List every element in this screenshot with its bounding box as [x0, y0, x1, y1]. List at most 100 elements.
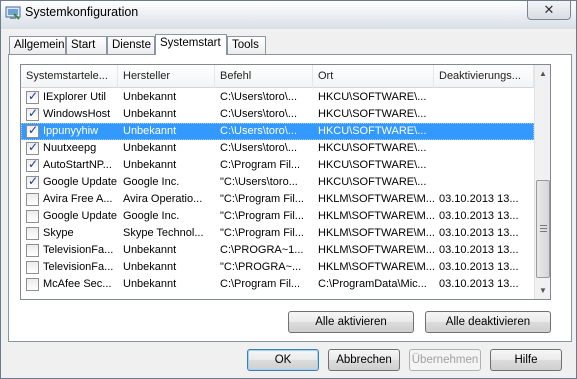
cell-command: C:\Users\toro\...	[220, 108, 298, 120]
table-row[interactable]: WindowsHost Unbekannt C:\Users\toro\... HKC…	[21, 106, 534, 123]
scroll-down-arrow-icon[interactable]: ▼	[535, 282, 550, 299]
cell-location: HKCU\SOFTWARE\...	[318, 176, 427, 188]
window-title: Systemkonfiguration	[25, 5, 139, 19]
table-row[interactable]: Avira Free A... Avira Operatio... "C:\Prog…	[21, 191, 534, 208]
cell-location: HKCU\SOFTWARE\...	[318, 159, 427, 171]
table-row[interactable]: Google Update Google Inc. "C:\Program Fil.…	[21, 208, 534, 225]
table-row[interactable]: Skype Skype Technol... "C:\Program Fil... H…	[21, 225, 534, 242]
cell-manufacturer: Unbekannt	[123, 125, 177, 137]
startup-item-checkbox[interactable]	[26, 123, 39, 138]
apply-button[interactable]: Übernehmen	[409, 349, 481, 371]
startup-item-checkbox[interactable]	[26, 106, 39, 121]
tab-tools[interactable]: Tools	[227, 36, 266, 54]
cell-location: C:\ProgramData\Mic...	[318, 278, 427, 290]
startup-items-list[interactable]: Systemstartele... Hersteller Befehl Ort …	[20, 64, 551, 300]
cell-item: Avira Free A...	[43, 193, 113, 205]
cell-location: HKCU\SOFTWARE\...	[318, 91, 427, 103]
vertical-scrollbar[interactable]: ▲ ▼	[534, 65, 550, 299]
system-config-icon	[5, 6, 21, 20]
cell-location: HKCU\SOFTWARE\...	[318, 125, 427, 137]
close-button[interactable]: ✕	[527, 1, 571, 20]
cell-command: C:\PROGRA~1...	[220, 244, 304, 256]
table-row[interactable]: Google Update Google Inc. "C:\Users\toro..…	[21, 174, 534, 191]
cell-deactivation-date: 03.10.2013 13...	[439, 193, 519, 205]
cell-command: C:\Program Fil...	[220, 159, 301, 171]
tab-allgemein[interactable]: Allgemein	[9, 36, 66, 54]
cell-command: C:\Program Fil...	[220, 278, 301, 290]
cell-deactivation-date	[439, 89, 533, 106]
cell-command: "C:\Users\toro...	[220, 176, 298, 188]
table-row[interactable]: Nuutxeepg Unbekannt C:\Users\toro\... HKCU\…	[21, 140, 534, 157]
cell-manufacturer: Google Inc.	[123, 176, 180, 188]
help-button[interactable]: Hilfe	[490, 349, 562, 371]
startup-item-checkbox[interactable]	[26, 157, 39, 172]
tab-start[interactable]: Start	[66, 36, 107, 54]
startup-item-checkbox[interactable]	[26, 227, 39, 240]
cell-deactivation-date: 03.10.2013 13...	[439, 261, 519, 273]
cell-manufacturer: Unbekannt	[123, 244, 177, 256]
disable-all-button[interactable]: Alle deaktivieren	[425, 311, 551, 333]
scroll-grip-icon	[540, 225, 547, 234]
cell-item: TelevisionFa...	[43, 244, 114, 256]
column-header-manufacturer[interactable]: Hersteller	[118, 65, 215, 88]
cell-manufacturer: Unbekannt	[123, 159, 177, 171]
startup-item-checkbox[interactable]	[26, 89, 39, 104]
scroll-up-arrow-icon[interactable]: ▲	[535, 65, 550, 82]
startup-item-checkbox[interactable]	[26, 140, 39, 155]
startup-item-checkbox[interactable]	[26, 193, 39, 206]
scroll-thumb[interactable]	[536, 180, 550, 278]
cell-manufacturer: Unbekannt	[123, 142, 177, 154]
table-row[interactable]: Ippunyyhiw Unbekannt C:\Users\toro\... HKCU…	[21, 123, 534, 140]
cell-item: Google Update	[43, 176, 117, 188]
startup-item-checkbox[interactable]	[26, 210, 39, 223]
ok-button[interactable]: OK	[247, 349, 319, 371]
cell-manufacturer: Unbekannt	[123, 278, 177, 290]
table-row[interactable]: TelevisionFa... Unbekannt "C:\PROGRA~... HK…	[21, 259, 534, 276]
title-bar: Systemkonfiguration ✕	[1, 1, 576, 29]
cell-item: AutoStartNP...	[43, 159, 112, 171]
tab-dienste[interactable]: Dienste	[107, 36, 155, 54]
startup-item-checkbox[interactable]	[26, 174, 39, 189]
cancel-button[interactable]: Abbrechen	[328, 349, 400, 371]
column-header-deactivation-date[interactable]: Deaktivierungs...	[434, 65, 534, 88]
cell-deactivation-date: 03.10.2013 13...	[439, 244, 519, 256]
cell-item: Google Update	[43, 210, 117, 222]
table-row[interactable]: McAfee Sec... Unbekannt C:\Program Fil... C…	[21, 276, 534, 293]
cell-location: HKLM\SOFTWARE\M...	[318, 193, 434, 205]
cell-manufacturer: Unbekannt	[123, 91, 177, 103]
cell-location: HKLM\SOFTWARE\M...	[318, 210, 434, 222]
system-configuration-window: Systemkonfiguration ✕ Allgemein Start Di…	[0, 0, 577, 379]
cell-deactivation-date	[439, 123, 533, 140]
list-body: IExplorer Util Unbekannt C:\Users\toro\...…	[21, 89, 534, 293]
cell-item: Ippunyyhiw	[43, 125, 99, 137]
cell-location: HKLM\SOFTWARE\M...	[318, 227, 434, 239]
tab-systemstart[interactable]: Systemstart	[155, 34, 227, 55]
startup-item-checkbox[interactable]	[26, 278, 39, 291]
startup-item-checkbox[interactable]	[26, 261, 39, 274]
cell-command: C:\Users\toro\...	[220, 91, 298, 103]
cell-location: HKLM\SOFTWARE\M...	[318, 244, 434, 256]
cell-location: HKCU\SOFTWARE\...	[318, 108, 427, 120]
cell-manufacturer: Avira Operatio...	[123, 193, 203, 205]
table-row[interactable]: IExplorer Util Unbekannt C:\Users\toro\...…	[21, 89, 534, 106]
cell-command: C:\Users\toro\...	[220, 142, 298, 154]
cell-command: C:\Users\toro\...	[220, 125, 298, 137]
cell-command: "C:\Program Fil...	[220, 227, 304, 239]
cell-deactivation-date: 03.10.2013 13...	[439, 210, 519, 222]
cell-item: Nuutxeepg	[43, 142, 97, 154]
cell-deactivation-date: 03.10.2013 13...	[439, 278, 519, 290]
cell-deactivation-date	[439, 174, 533, 191]
cell-command: "C:\Program Fil...	[220, 193, 304, 205]
cell-deactivation-date	[439, 140, 533, 157]
table-row[interactable]: TelevisionFa... Unbekannt C:\PROGRA~1... HK…	[21, 242, 534, 259]
cell-item: TelevisionFa...	[43, 261, 114, 273]
cell-location: HKCU\SOFTWARE\...	[318, 142, 427, 154]
column-header-item[interactable]: Systemstartele...	[21, 65, 118, 88]
column-header-command[interactable]: Befehl	[215, 65, 313, 88]
column-header-location[interactable]: Ort	[313, 65, 434, 88]
table-row[interactable]: AutoStartNP... Unbekannt C:\Program Fil...…	[21, 157, 534, 174]
cell-manufacturer: Unbekannt	[123, 108, 177, 120]
enable-all-button[interactable]: Alle aktivieren	[288, 311, 414, 333]
cell-manufacturer: Unbekannt	[123, 261, 177, 273]
startup-item-checkbox[interactable]	[26, 244, 39, 257]
